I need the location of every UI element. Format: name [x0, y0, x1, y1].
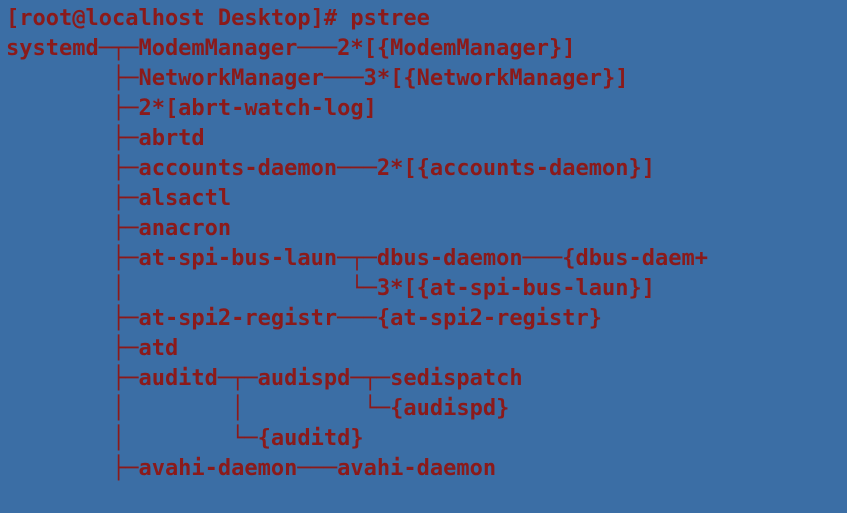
pstree-line: ├─accounts-daemon───2*[{accounts-daemon}… [6, 156, 655, 181]
pstree-line: │ │ └─{audispd} [6, 396, 509, 421]
pstree-line: ├─at-spi2-registr───{at-spi2-registr} [6, 306, 602, 331]
pstree-line: │ └─{auditd} [6, 426, 364, 451]
pstree-line: ├─2*[abrt-watch-log] [6, 96, 377, 121]
shell-prompt-line[interactable]: [root@localhost Desktop]# pstree [6, 6, 430, 31]
pstree-line: ├─alsactl [6, 186, 231, 211]
terminal-output: [root@localhost Desktop]# pstree systemd… [0, 0, 847, 488]
pstree-line: ├─atd [6, 336, 178, 361]
pstree-line: ├─NetworkManager───3*[{NetworkManager}] [6, 66, 629, 91]
pstree-line: ├─at-spi-bus-laun─┬─dbus-daemon───{dbus-… [6, 246, 708, 271]
pstree-line: ├─auditd─┬─audispd─┬─sedispatch [6, 366, 523, 391]
pstree-line: ├─avahi-daemon───avahi-daemon [6, 456, 496, 481]
pstree-line: systemd─┬─ModemManager───2*[{ModemManage… [6, 36, 576, 61]
pstree-line: ├─abrtd [6, 126, 205, 151]
pstree-line: ├─anacron [6, 216, 231, 241]
pstree-line: │ └─3*[{at-spi-bus-laun}] [6, 276, 655, 301]
